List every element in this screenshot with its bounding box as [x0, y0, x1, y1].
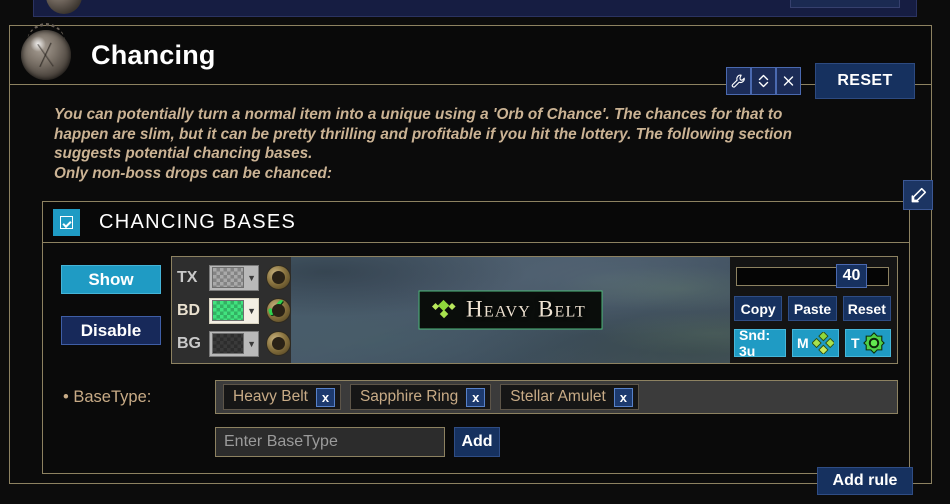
- style-preview-row: Show Disable TX ▼ BD ▼ ✓ BG ▼ Heavy Belt…: [55, 256, 898, 365]
- chancing-bases-section: CHANCING BASES Show Disable TX ▼ BD ▼ ✓ …: [42, 180, 933, 475]
- basetype-input[interactable]: [215, 427, 445, 458]
- remove-chip-button[interactable]: x: [315, 387, 335, 407]
- green-diamond-cluster-icon: [431, 300, 456, 319]
- effect-buttons: Snd: 3u M T: [734, 329, 892, 358]
- color-swatch-tx[interactable]: ▼: [209, 264, 259, 291]
- style-row-bg: BG ▼: [177, 327, 291, 360]
- checkbox-icon: [60, 215, 73, 229]
- header-tools: [726, 67, 801, 95]
- previous-section-strip[interactable]: [33, 0, 917, 17]
- item-name: Heavy Belt: [466, 296, 586, 322]
- style-row-bd: BD ▼ ✓: [177, 294, 291, 327]
- chip-label: Heavy Belt: [233, 388, 308, 406]
- list-item[interactable]: Heavy Belt x: [223, 384, 341, 411]
- beam-icon-button[interactable]: T: [844, 329, 892, 358]
- add-rule-button[interactable]: Add rule: [817, 467, 913, 495]
- copy-button[interactable]: Copy: [734, 296, 783, 322]
- checkmark-icon: ✓: [265, 293, 287, 324]
- basetype-label: • BaseType:: [63, 387, 152, 406]
- color-swatch-bg[interactable]: ▼: [209, 330, 259, 357]
- style-row-label-bg: BG: [177, 334, 201, 352]
- show-button[interactable]: Show: [61, 265, 161, 295]
- style-editor-panel: TX ▼ BD ▼ ✓ BG ▼: [171, 256, 291, 365]
- pencil-icon: [911, 187, 926, 203]
- appearance-controls: 40 Copy Paste Reset Snd: 3u M T: [730, 256, 898, 365]
- minimap-button-label: M: [796, 335, 809, 352]
- style-row-label-tx: TX: [177, 268, 198, 286]
- swatch-preview-bd: [212, 300, 245, 322]
- paste-button[interactable]: Paste: [788, 296, 837, 322]
- section-checkbox[interactable]: [53, 208, 80, 236]
- section-header: CHANCING BASES: [43, 202, 909, 244]
- swatch-preview-bg: [212, 333, 245, 355]
- previous-section-button[interactable]: [790, 0, 900, 8]
- green-diamond-cluster-icon: [811, 332, 834, 355]
- description-line-2: happen are slim, but it can be pretty th…: [54, 125, 792, 143]
- chip-label: Sapphire Ring: [359, 388, 459, 406]
- add-basetype-button[interactable]: Add: [454, 427, 500, 458]
- chevron-down-icon: ▼: [247, 272, 256, 283]
- beam-button-label: T: [850, 335, 860, 352]
- reset-button[interactable]: RESET: [815, 63, 915, 99]
- close-glyph: [783, 76, 794, 86]
- color-swatch-bd[interactable]: ▼: [209, 297, 259, 324]
- swatch-preview-tx: [212, 267, 245, 289]
- item-preview: Heavy Belt: [291, 256, 730, 365]
- chip-label: Stellar Amulet: [510, 388, 606, 406]
- style-row-label-bd: BD: [177, 301, 201, 319]
- chancing-card: Chancing RESET You can potentially turn …: [9, 23, 933, 495]
- list-item[interactable]: Sapphire Ring x: [349, 384, 492, 411]
- toggle-coin-tx[interactable]: [266, 265, 291, 291]
- orb-of-chance-icon: [21, 23, 71, 80]
- close-icon[interactable]: [776, 67, 801, 95]
- remove-chip-button[interactable]: x: [613, 387, 633, 407]
- remove-chip-button[interactable]: x: [466, 387, 486, 407]
- basetype-input-row: Add: [55, 427, 898, 458]
- section-title: CHANCING BASES: [99, 210, 297, 233]
- chevron-down-icon: ▼: [247, 338, 256, 349]
- card-header: Chancing RESET: [10, 23, 931, 99]
- collapse-expand-icon[interactable]: [751, 67, 776, 95]
- edit-button[interactable]: [903, 180, 933, 211]
- description-line-1: You can potentially turn a normal item i…: [54, 106, 783, 123]
- chevron-down-icon: ▼: [247, 305, 256, 316]
- description-line-4: Only non-boss drops can be chanced:: [54, 164, 332, 182]
- wrench-glyph: [731, 74, 745, 88]
- description-text: You can potentially turn a normal item i…: [33, 102, 910, 188]
- list-item[interactable]: Stellar Amulet x: [500, 384, 639, 411]
- basetype-chip-list: Heavy Belt x Sapphire Ring x Stellar Amu…: [215, 380, 898, 415]
- green-beam-ring-icon: [862, 332, 885, 355]
- disable-button[interactable]: Disable: [61, 316, 161, 346]
- orb-icon: [46, 0, 82, 14]
- clipboard-buttons: Copy Paste Reset: [734, 296, 891, 322]
- page-title: Chancing: [91, 39, 216, 70]
- toggle-coin-bd[interactable]: ✓: [265, 293, 291, 324]
- chevron-updown-glyph: [758, 74, 769, 88]
- font-size-slider[interactable]: 40: [736, 264, 889, 289]
- visibility-buttons: Show Disable: [55, 256, 171, 364]
- item-label: Heavy Belt: [418, 290, 603, 330]
- basetype-row: • BaseType: Heavy Belt x Sapphire Ring x…: [55, 380, 898, 415]
- description-line-3: suggests potential chancing bases.: [54, 145, 313, 163]
- app-root: Chancing RESET You can potentially turn …: [0, 0, 950, 504]
- slider-value[interactable]: 40: [836, 264, 867, 289]
- reset-style-button[interactable]: Reset: [842, 296, 891, 322]
- toggle-coin-bg[interactable]: [266, 331, 291, 357]
- style-row-tx: TX ▼: [177, 261, 291, 294]
- sound-button[interactable]: Snd: 3u: [734, 329, 786, 358]
- wrench-icon[interactable]: [726, 67, 751, 95]
- minimap-icon-button[interactable]: M: [791, 329, 839, 358]
